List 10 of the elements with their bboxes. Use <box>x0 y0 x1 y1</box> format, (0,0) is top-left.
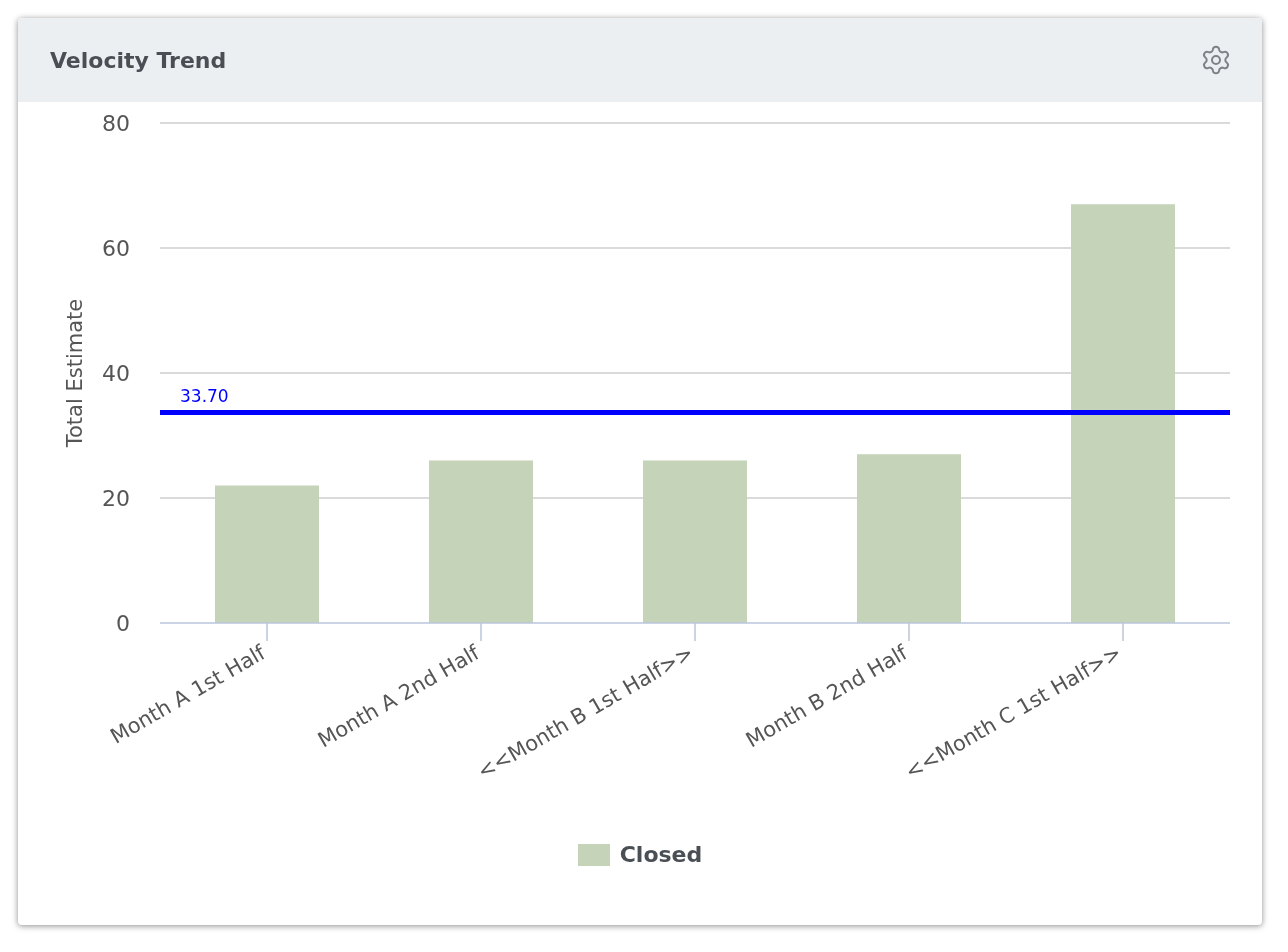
y-tick-label: 80 <box>102 111 130 136</box>
y-axis-title: Total Estimate <box>63 298 87 448</box>
average-label: 33.70 <box>180 386 229 407</box>
y-tick-label: 0 <box>116 611 130 636</box>
y-tick-label: 20 <box>102 486 130 511</box>
legend-label[interactable]: Closed <box>619 842 703 867</box>
settings-icon[interactable] <box>1200 44 1232 76</box>
card-title: Velocity Trend <box>50 47 227 73</box>
y-tick-label: 40 <box>102 361 130 386</box>
y-tick-label: 60 <box>102 236 130 261</box>
